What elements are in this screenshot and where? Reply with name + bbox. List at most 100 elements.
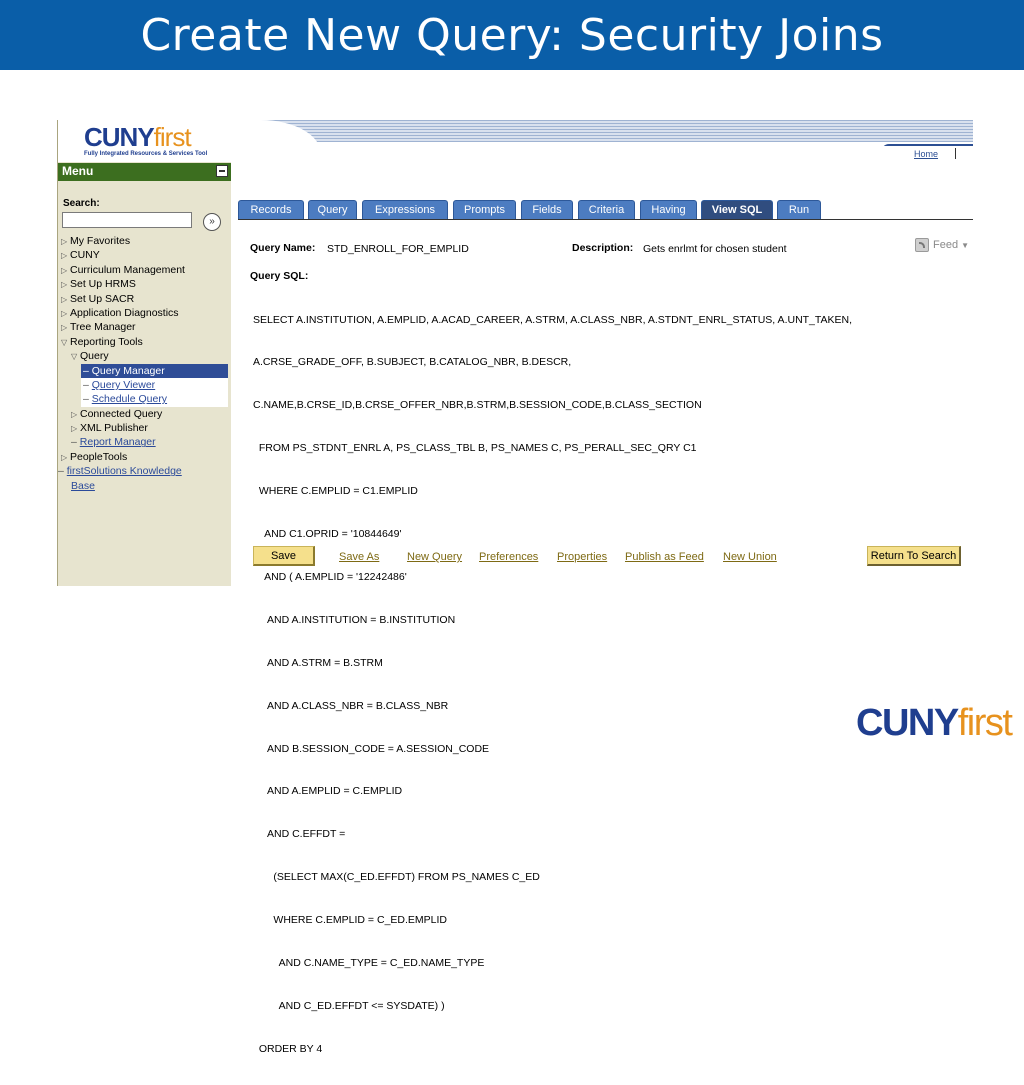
sql-line: AND A.EMPLID = C.EMPLID <box>253 785 403 798</box>
nav-item-reporting-tools[interactable]: ▽ Reporting Tools <box>61 335 231 349</box>
expand-icon: ▷ <box>71 409 78 419</box>
nav-item-firstsolutions-knowledge-base[interactable]: – firstSolutions Knowledge <box>58 464 231 478</box>
nav-item-my-favorites[interactable]: ▷ My Favorites <box>61 234 231 248</box>
description-label: Description: <box>572 242 634 254</box>
nav-item-tree-manager[interactable]: ▷ Tree Manager <box>61 320 231 334</box>
preferences-link[interactable]: Preferences <box>479 551 538 563</box>
sql-line: (SELECT MAX(C_ED.EFFDT) FROM PS_NAMES C_… <box>253 871 540 884</box>
nav-dash: – <box>83 393 89 406</box>
menu-title: Menu <box>62 164 94 178</box>
nav-label: Query Viewer <box>91 378 156 391</box>
logo-tagline: Fully Integrated Resources & Services To… <box>84 151 208 157</box>
tab-run[interactable]: Run <box>777 200 821 219</box>
nav-item-query-manager[interactable]: – Query Manager <box>81 363 228 378</box>
sql-line: AND C.EFFDT = <box>253 828 346 841</box>
publish-as-feed-link[interactable]: Publish as Feed <box>625 551 704 563</box>
properties-link[interactable]: Properties <box>557 551 607 563</box>
nav-item-set-up-sacr[interactable]: ▷ Set Up SACR <box>61 292 231 306</box>
sql-line: FROM PS_STDNT_ENRL A, PS_CLASS_TBL B, PS… <box>253 442 697 455</box>
tabs-divider <box>238 219 973 220</box>
tab-query[interactable]: Query <box>308 200 357 219</box>
sql-line: AND A.INSTITUTION = B.INSTITUTION <box>253 613 456 626</box>
nav-label: My Favorites <box>70 235 131 247</box>
footer-logo-accent: first <box>957 702 1013 744</box>
footer-logo-main: CUNY <box>856 702 959 744</box>
nav-label: Set Up SACR <box>70 292 135 305</box>
search-input[interactable] <box>62 212 192 228</box>
tab-prompts[interactable]: Prompts <box>453 200 516 219</box>
feed-label: Feed <box>933 238 959 251</box>
nav-label: Reporting Tools <box>70 335 143 348</box>
slide-title: Create New Query: Security Joins <box>140 10 884 61</box>
sql-line: AND C_ED.EFFDT <= SYSDATE) ) <box>253 999 445 1012</box>
feed-dropdown[interactable]: Feed ▼ <box>915 238 969 252</box>
return-to-search-button[interactable]: Return To Search <box>867 546 961 566</box>
sql-line: SELECT A.INSTITUTION, A.EMPLID, A.ACAD_C… <box>253 313 853 326</box>
query-sql-text: SELECT A.INSTITUTION, A.EMPLID, A.ACAD_C… <box>253 284 852 1085</box>
nav-item-firstsolutions-knowledge-base-cont[interactable]: Base <box>61 479 231 493</box>
query-sql-label: Query SQL: <box>250 270 309 282</box>
header-separator <box>955 148 956 159</box>
sql-line: AND A.CLASS_NBR = B.CLASS_NBR <box>253 699 449 712</box>
expand-icon: ▷ <box>61 294 68 304</box>
tab-view-sql[interactable]: View SQL <box>701 200 773 219</box>
new-union-link[interactable]: New Union <box>723 551 777 563</box>
nav-item-curriculum-management[interactable]: ▷ Curriculum Management <box>61 263 231 277</box>
nav-label: PeopleTools <box>70 450 128 463</box>
rss-feed-icon <box>915 238 929 252</box>
save-as-link[interactable]: Save As <box>339 551 379 563</box>
sidebar: CUNY first Fully Integrated Resources & S… <box>57 120 231 586</box>
expand-icon: ▷ <box>61 452 68 462</box>
sql-line: AND C.NAME_TYPE = C_ED.NAME_TYPE <box>253 956 485 969</box>
query-name-label: Query Name: <box>250 242 316 254</box>
query-name-value: STD_ENROLL_FOR_EMPLID <box>327 243 469 255</box>
nav-item-peopletools[interactable]: ▷ PeopleTools <box>61 450 231 464</box>
tab-records[interactable]: Records <box>238 200 304 219</box>
nav-item-query[interactable]: ▽ Query <box>61 349 231 363</box>
logo-text-accent: first <box>153 122 192 152</box>
nav-item-xml-publisher[interactable]: ▷ XML Publisher <box>61 421 231 435</box>
nav-item-application-diagnostics[interactable]: ▷ Application Diagnostics <box>61 306 231 320</box>
sql-line: WHERE C.EMPLID = C_ED.EMPLID <box>253 914 447 927</box>
dropdown-arrow-icon: ▼ <box>961 240 970 250</box>
tab-fields[interactable]: Fields <box>521 200 573 219</box>
nav-item-report-manager[interactable]: – Report Manager <box>61 435 231 449</box>
nav-label: Query <box>80 350 109 363</box>
save-button[interactable]: Save <box>253 546 315 566</box>
action-bar: Save Save As New Query Preferences Prope… <box>253 546 973 568</box>
nav-item-schedule-query[interactable]: – Schedule Query <box>81 392 228 407</box>
home-link[interactable]: Home <box>914 149 938 159</box>
tab-having[interactable]: Having <box>640 200 697 219</box>
new-query-link[interactable]: New Query <box>407 551 462 563</box>
sql-line: WHERE C.EMPLID = C1.EMPLID <box>253 485 418 498</box>
search-label: Search: <box>63 198 100 209</box>
collapse-tree-icon: ▽ <box>61 337 68 347</box>
expand-icon: ▷ <box>61 280 68 290</box>
nav-item-query-viewer[interactable]: – Query Viewer <box>81 377 228 393</box>
nav-item-cuny[interactable]: ▷ CUNY <box>61 248 231 262</box>
tab-expressions[interactable]: Expressions <box>362 200 448 219</box>
description-value: Gets enrlmt for chosen student <box>643 243 787 255</box>
footer-cunyfirst-logo: CUNYfirst <box>856 702 1013 745</box>
expand-icon: ▷ <box>71 424 78 434</box>
nav-item-connected-query[interactable]: ▷ Connected Query <box>61 407 231 421</box>
nav-label: CUNY <box>70 249 100 262</box>
nav-label: Tree Manager <box>70 321 136 334</box>
search-go-icon[interactable]: » <box>203 213 221 231</box>
expand-icon: ▷ <box>61 308 68 318</box>
nav-label: Application Diagnostics <box>70 306 179 319</box>
nav-label: XML Publisher <box>80 422 148 435</box>
tab-criteria[interactable]: Criteria <box>578 200 635 219</box>
nav-dash: – <box>58 465 64 478</box>
sql-line: A.CRSE_GRADE_OFF, B.SUBJECT, B.CATALOG_N… <box>253 356 572 369</box>
expand-icon: ▷ <box>61 251 68 261</box>
nav-dash: – <box>83 364 89 377</box>
collapse-icon[interactable] <box>216 165 228 177</box>
nav-tree: ▷ My Favorites ▷ CUNY ▷ Curriculum Manageme… <box>58 234 231 493</box>
nav-dash: – <box>83 378 89 391</box>
nav-item-set-up-hrms[interactable]: ▷ Set Up HRMS <box>61 277 231 291</box>
nav-label: Query Manager <box>91 364 165 377</box>
collapse-tree-icon: ▽ <box>71 352 78 362</box>
header-banner <box>231 120 973 142</box>
nav-label: Set Up HRMS <box>70 278 136 291</box>
